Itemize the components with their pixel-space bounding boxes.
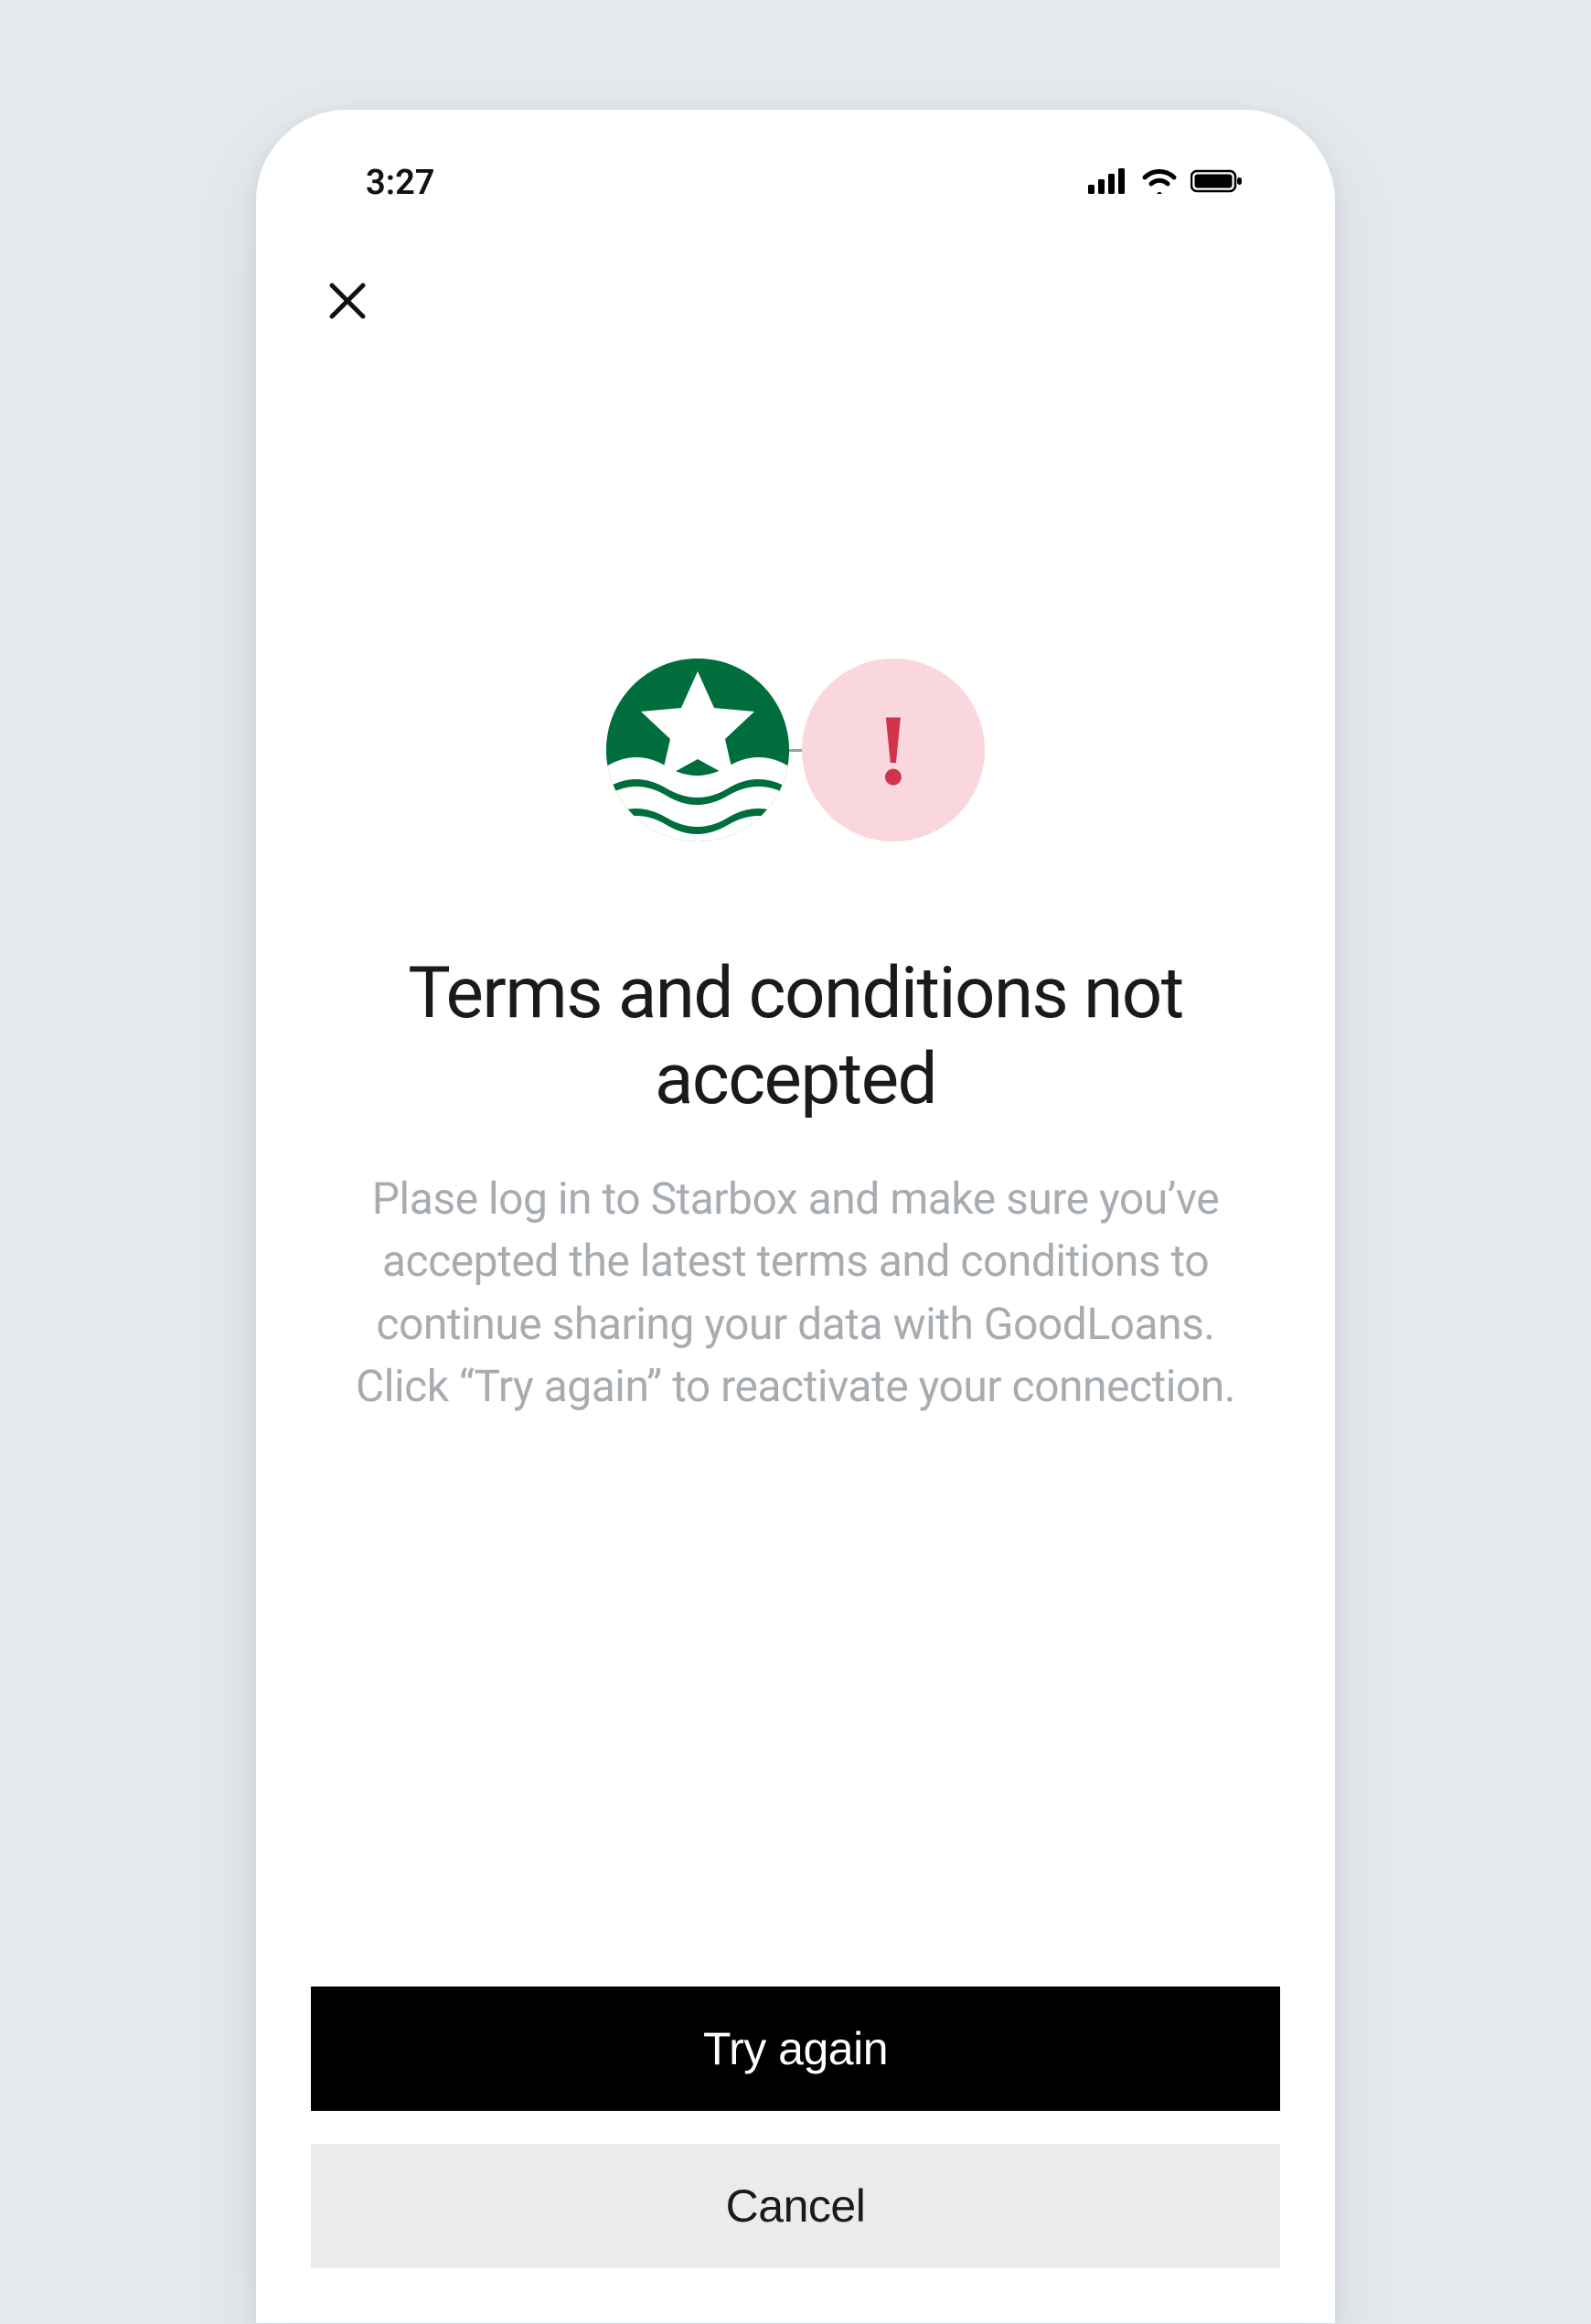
- page-title: Terms and conditions not accepted: [311, 951, 1280, 1122]
- status-time: 3:27: [366, 163, 434, 203]
- footer-actions: Try again Cancel: [311, 1987, 1280, 2323]
- cancel-button[interactable]: Cancel: [311, 2144, 1280, 2268]
- nav-bar: [311, 210, 1280, 348]
- body-text: Plase log in to Starbox and make sure yo…: [311, 1168, 1280, 1418]
- close-button[interactable]: [320, 274, 375, 329]
- close-icon: [328, 282, 367, 323]
- alert-badge: !: [802, 659, 985, 841]
- status-bar: 3:27: [311, 155, 1280, 210]
- main-content: ! Terms and conditions not accepted Plas…: [311, 348, 1280, 1987]
- exclamation-icon: !: [877, 700, 911, 800]
- brand-logo: [606, 659, 789, 841]
- cellular-icon: [1088, 168, 1128, 198]
- wifi-icon: [1141, 168, 1178, 198]
- connector-line: [789, 749, 802, 752]
- status-indicators: [1088, 168, 1244, 198]
- try-again-button[interactable]: Try again: [311, 1987, 1280, 2111]
- icon-pair: !: [606, 659, 985, 841]
- battery-icon: [1191, 168, 1244, 198]
- phone-frame: 3:27: [256, 110, 1335, 2323]
